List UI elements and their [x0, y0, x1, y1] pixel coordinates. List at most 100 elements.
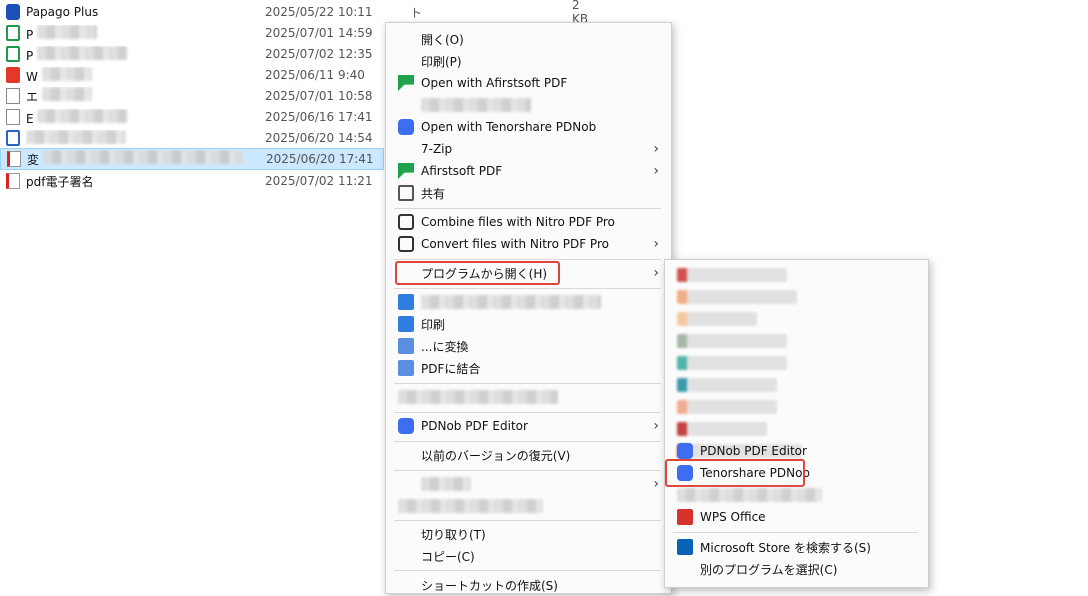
wps-icon [6, 67, 20, 83]
redacted-text [421, 477, 471, 491]
store-icon [677, 539, 693, 555]
menu-item-restore[interactable]: 以前のバージョンの復元(V) [386, 444, 671, 466]
menu-item-redacted[interactable] [386, 94, 671, 116]
menu-item-label: Afirstsoft PDF [421, 164, 503, 178]
menu-divider [394, 288, 661, 289]
menu-divider [394, 570, 661, 571]
file-row[interactable]: W 2025/06/11 9:40 [0, 64, 384, 86]
submenu-item-redacted[interactable] [665, 286, 928, 308]
redacted-text [677, 356, 787, 370]
open-with-submenu: PDNob PDF Editor Tenorshare PDNob WPS Of… [664, 259, 929, 588]
menu-item-print2[interactable]: 印刷 [386, 313, 671, 335]
wps-icon [677, 509, 693, 525]
menu-item-pdnob-editor[interactable]: PDNob PDF Editor › [386, 415, 671, 437]
file-row[interactable]: E 2025/06/16 17:41 [0, 106, 384, 128]
submenu-item-redacted[interactable] [665, 330, 928, 352]
menu-item-afirstsoft[interactable]: Afirstsoft PDF › [386, 160, 671, 182]
redacted-text [677, 422, 767, 436]
submenu-item-choose-other[interactable]: 別のプログラムを選択(C) [665, 558, 928, 580]
menu-item-open-afirstsoft[interactable]: Open with Afirstsoft PDF [386, 72, 671, 94]
file-name: E [26, 108, 266, 126]
word-icon [6, 130, 20, 146]
menu-item-open-tenorshare[interactable]: Open with Tenorshare PDNob [386, 116, 671, 138]
file-name [26, 129, 266, 147]
file-row[interactable]: 2025/06/20 14:54 [0, 127, 384, 149]
pdnob-icon [398, 119, 414, 135]
menu-item-redacted[interactable] [386, 386, 671, 408]
menu-item-label: Convert files with Nitro PDF Pro [421, 237, 609, 251]
menu-item-redacted[interactable] [386, 495, 671, 517]
menu-divider [394, 441, 661, 442]
nitro-convert-icon [398, 236, 414, 252]
menu-item-share[interactable]: 共有 [386, 182, 671, 204]
chevron-right-icon: › [653, 163, 659, 179]
file-date: 2025/07/02 11:21 [265, 174, 373, 188]
combine-icon [398, 360, 414, 376]
menu-item-label: 7-Zip [421, 142, 453, 156]
file-row[interactable]: P 2025/07/02 12:35 [0, 43, 384, 65]
menu-divider [394, 259, 661, 260]
menu-item-label: Combine files with Nitro PDF Pro [421, 215, 615, 229]
file-name: pdf電子署名 [26, 174, 94, 189]
text-file-icon [6, 109, 20, 125]
menu-divider [394, 383, 661, 384]
menu-item-label: PDNob PDF Editor [700, 444, 807, 458]
menu-item-label: Open with Tenorshare PDNob [421, 120, 597, 134]
sheet-icon [6, 25, 20, 41]
file-name: Papago Plus [26, 5, 99, 19]
submenu-item-redacted[interactable] [665, 352, 928, 374]
submenu-item-wps-office[interactable]: WPS Office [665, 506, 928, 528]
file-date: 2025/07/02 12:35 [265, 47, 373, 61]
file-row[interactable]: Papago Plus 2025/05/22 10:11 ショートカット 2 K… [0, 0, 588, 71]
menu-item-redacted[interactable] [386, 291, 671, 313]
submenu-item-redacted[interactable] [665, 396, 928, 418]
menu-divider [673, 532, 918, 533]
sheet-icon [6, 46, 20, 62]
menu-item-open[interactable]: 開く(O) [386, 28, 671, 50]
file-name: W [26, 66, 266, 84]
menu-item-label: Open with Afirstsoft PDF [421, 76, 568, 90]
submenu-item-redacted[interactable] [665, 374, 928, 396]
file-row-selected[interactable]: 変 2025/06/20 17:41 [0, 148, 384, 170]
menu-item-label: ショートカットの作成(S) [421, 578, 558, 593]
pdnob-icon [677, 443, 693, 459]
menu-item-combine-nitro[interactable]: Combine files with Nitro PDF Pro [386, 211, 671, 233]
chevron-right-icon: › [653, 141, 659, 157]
file-date: 2025/06/11 9:40 [265, 68, 365, 82]
chevron-right-icon: › [653, 476, 659, 492]
menu-item-label: コピー(C) [421, 549, 475, 564]
file-row[interactable]: pdf電子署名 2025/07/02 11:21 [0, 170, 384, 192]
highlight-box [665, 459, 805, 487]
menu-item-copy[interactable]: コピー(C) [386, 545, 671, 567]
submenu-item-redacted[interactable] [665, 484, 928, 506]
menu-item-pdf-combine[interactable]: PDFに結合 [386, 357, 671, 379]
menu-item-cut[interactable]: 切り取り(T) [386, 523, 671, 545]
menu-item-label: 印刷(P) [421, 54, 462, 69]
submenu-item-redacted[interactable] [665, 418, 928, 440]
pdf-icon [7, 151, 21, 167]
menu-item-label: 印刷 [421, 317, 446, 332]
menu-divider [394, 520, 661, 521]
menu-item-redacted[interactable]: › [386, 473, 671, 495]
file-row[interactable]: エ 2025/07/01 10:58 [0, 85, 384, 107]
menu-item-label: ...に変換 [421, 339, 469, 354]
chevron-right-icon: › [653, 236, 659, 252]
menu-item-7zip[interactable]: 7-Zip › [386, 138, 671, 160]
menu-item-convert[interactable]: ...に変換 [386, 335, 671, 357]
submenu-item-redacted[interactable] [665, 308, 928, 330]
submenu-item-ms-store[interactable]: Microsoft Store を検索する(S) [665, 536, 928, 558]
menu-divider [394, 412, 661, 413]
file-name: エ [26, 87, 266, 105]
menu-item-label: 別のプログラムを選択(C) [700, 562, 838, 577]
redacted-text [37, 24, 98, 39]
redacted-text [677, 488, 822, 502]
redacted-text [677, 290, 797, 304]
menu-item-create-shortcut[interactable]: ショートカットの作成(S) [386, 574, 671, 596]
menu-item-convert-nitro[interactable]: Convert files with Nitro PDF Pro › [386, 233, 671, 255]
redacted-text [677, 400, 777, 414]
context-menu: 開く(O) 印刷(P) Open with Afirstsoft PDF Ope… [385, 22, 672, 594]
submenu-item-redacted[interactable] [665, 264, 928, 286]
menu-item-print[interactable]: 印刷(P) [386, 50, 671, 72]
file-row[interactable]: P 2025/07/01 14:59 [0, 22, 384, 44]
printer-icon [398, 316, 414, 332]
